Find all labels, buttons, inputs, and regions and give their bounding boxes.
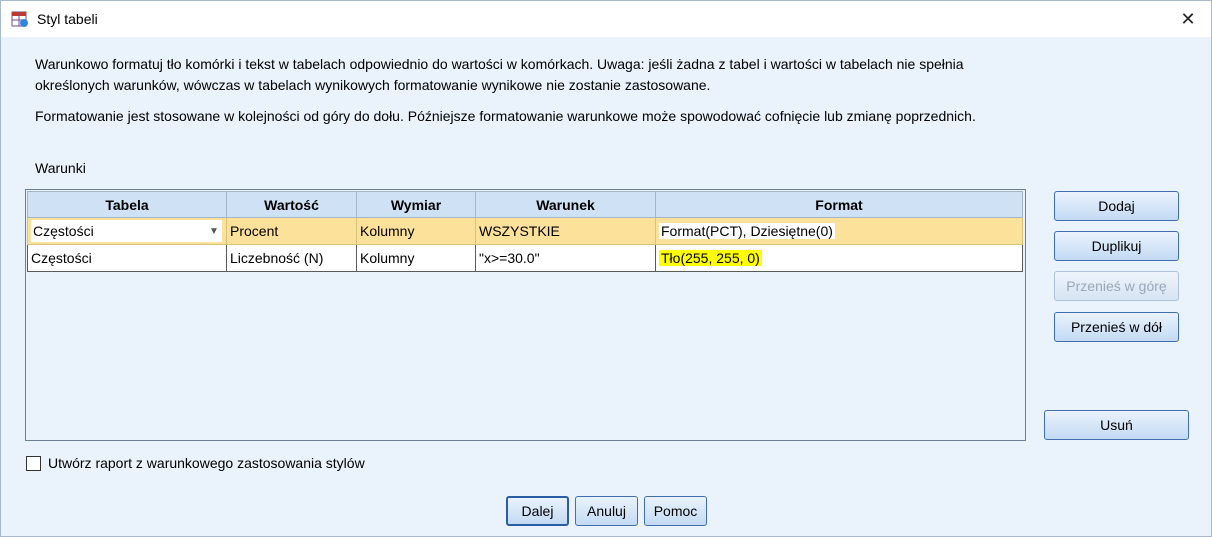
format-value: Format(PCT), Dziesiętne(0)	[659, 223, 835, 239]
cell-wymiar[interactable]: Kolumny	[356, 244, 476, 272]
column-header-tabela[interactable]: Tabela	[27, 191, 227, 218]
duplicate-button[interactable]: Duplikuj	[1054, 231, 1179, 261]
column-header-warunek[interactable]: Warunek	[475, 191, 656, 218]
table-style-icon	[11, 11, 28, 27]
window-title: Styl tabeli	[37, 11, 98, 27]
move-up-button[interactable]: Przenieś w górę	[1054, 271, 1179, 301]
help-button[interactable]: Pomoc	[644, 496, 707, 526]
remove-button[interactable]: Usuń	[1044, 410, 1189, 440]
move-down-button[interactable]: Przenieś w dół	[1054, 312, 1179, 342]
conditions-label: Warunki	[35, 160, 86, 176]
column-header-wartosc[interactable]: Wartość	[226, 191, 357, 218]
report-checkbox-row[interactable]: Utwórz raport z warunkowego zastosowania…	[26, 455, 365, 471]
cell-format[interactable]: Tło(255, 255, 0)	[655, 244, 1023, 272]
cell-tabela[interactable]: Częstości	[27, 244, 227, 272]
close-icon[interactable]: ✕	[1165, 1, 1211, 37]
conditions-table: Tabela Wartość Wymiar Warunek Format Czę…	[25, 189, 1026, 441]
column-header-wymiar[interactable]: Wymiar	[356, 191, 476, 218]
report-checkbox-label[interactable]: Utwórz raport z warunkowego zastosowania…	[48, 455, 365, 471]
cell-warunek[interactable]: WSZYSTKIE	[475, 217, 656, 245]
chevron-down-icon[interactable]: ▼	[206, 221, 222, 241]
dialog-window: Styl tabeli ✕ Warunkowo formatuj tło kom…	[0, 0, 1212, 537]
tabela-dropdown-value: Częstości	[33, 223, 94, 239]
format-value: Tło(255, 255, 0)	[659, 250, 762, 266]
title-bar: Styl tabeli ✕	[1, 1, 1211, 37]
cell-wymiar[interactable]: Kolumny	[356, 217, 476, 245]
cancel-button[interactable]: Anuluj	[575, 496, 638, 526]
cell-tabela[interactable]: Częstości ▼	[27, 217, 227, 245]
table-row[interactable]: Częstości Liczebność (N) Kolumny "x>=30.…	[27, 244, 1023, 272]
report-checkbox[interactable]	[26, 455, 41, 471]
cell-wartosc[interactable]: Procent	[226, 217, 357, 245]
description-paragraph-1: Warunkowo formatuj tło komórki i tekst w…	[35, 56, 964, 93]
column-header-format[interactable]: Format	[655, 191, 1023, 218]
cell-format[interactable]: Format(PCT), Dziesiętne(0)	[655, 217, 1023, 245]
table-header-row: Tabela Wartość Wymiar Warunek Format	[27, 191, 1023, 218]
tabela-dropdown[interactable]: Częstości ▼	[31, 220, 222, 242]
add-button[interactable]: Dodaj	[1054, 191, 1179, 221]
table-row[interactable]: Częstości ▼ Procent Kolumny WSZYSTKIE Fo…	[27, 217, 1023, 245]
continue-button[interactable]: Dalej	[506, 496, 569, 526]
cell-wartosc[interactable]: Liczebność (N)	[226, 244, 357, 272]
cell-warunek[interactable]: "x>=30.0"	[475, 244, 656, 272]
description-paragraph-2: Formatowanie jest stosowane w kolejności…	[35, 108, 976, 124]
